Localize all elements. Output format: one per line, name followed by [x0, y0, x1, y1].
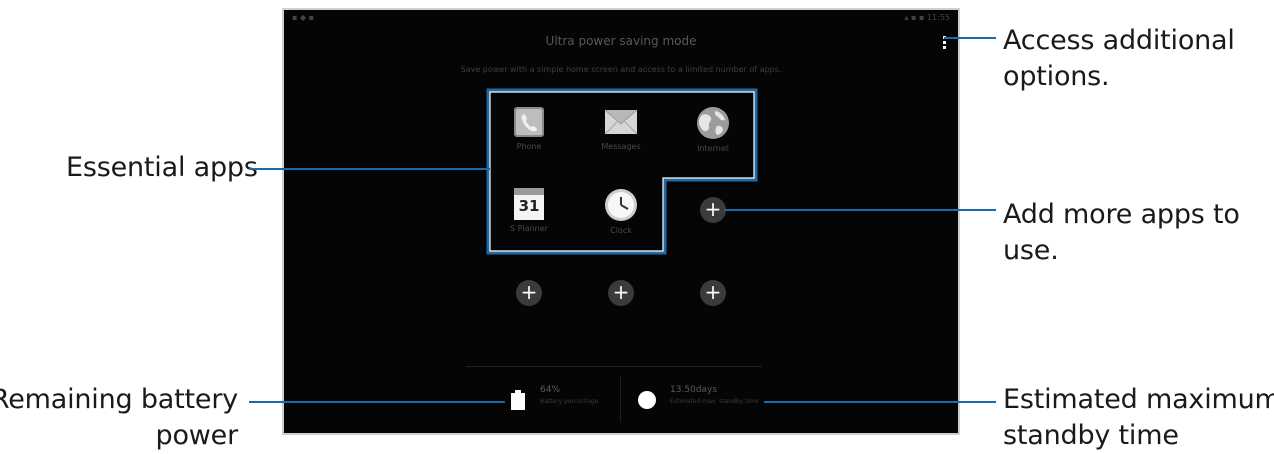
leader-essential-apps [249, 168, 490, 170]
add-app-button[interactable]: + [516, 280, 542, 306]
phone-icon [514, 107, 544, 137]
callout-add-line1: Add more apps to [1003, 199, 1240, 230]
add-app-button[interactable]: + [700, 280, 726, 306]
app-clock[interactable]: Clock [581, 188, 661, 235]
screen-subtitle: Save power with a simple home screen and… [460, 65, 782, 74]
app-internet[interactable]: Internet [673, 106, 753, 153]
standby-info: 13.50days Estimated max. standby time [670, 385, 759, 405]
status-right-icons: ▴ ▪ ▪ 11:55 [904, 13, 950, 22]
leader-battery [249, 401, 505, 403]
battery-value: 64% [540, 385, 561, 395]
standby-sub: Estimated max. standby time [670, 398, 759, 405]
bottom-vertical-divider [620, 376, 621, 422]
clock-icon [605, 189, 637, 221]
add-app-button[interactable]: + [700, 197, 726, 223]
screen-title: Ultra power saving mode [545, 34, 697, 48]
calendar-icon: 31 [514, 188, 544, 220]
battery-sub: Battery percentage [540, 398, 599, 405]
status-bar: ▪ ◆ ▪ ▴ ▪ ▪ 11:55 [284, 12, 958, 26]
standby-icon [638, 391, 656, 409]
callout-essential-apps: Essential apps [66, 152, 258, 183]
standby-value: 13.50days [670, 385, 718, 395]
callout-battery-line1: Remaining battery [0, 384, 238, 415]
status-left-icons: ▪ ◆ ▪ [292, 13, 315, 22]
bottom-divider [466, 366, 762, 367]
calendar-date: 31 [518, 197, 540, 215]
callout-access-options: Access additional options. [1003, 23, 1235, 95]
callout-access-line2: options. [1003, 61, 1110, 92]
callout-standby: Estimated maximum standby time [1003, 382, 1274, 454]
callout-standby-line2: standby time [1003, 420, 1179, 451]
messages-icon [604, 109, 638, 135]
battery-icon [511, 390, 525, 410]
callout-add-line2: use. [1003, 235, 1059, 266]
callout-battery: Remaining battery power [0, 382, 238, 454]
battery-info: 64% Battery percentage [540, 385, 598, 405]
app-label: Messages [601, 142, 641, 151]
app-label: Internet [697, 144, 729, 153]
leader-standby [764, 401, 996, 403]
app-phone[interactable]: Phone [489, 106, 569, 151]
app-label: Clock [610, 226, 632, 235]
app-s-planner[interactable]: 31 S Planner [489, 188, 569, 233]
leader-add-apps [724, 209, 996, 211]
callout-standby-line1: Estimated maximum [1003, 384, 1274, 415]
add-app-button[interactable]: + [608, 280, 634, 306]
globe-icon [697, 107, 729, 139]
app-messages[interactable]: Messages [581, 106, 661, 151]
app-label: S Planner [510, 224, 548, 233]
callout-access-line1: Access additional [1003, 25, 1235, 56]
app-label: Phone [516, 142, 542, 151]
leader-access-options [944, 37, 996, 39]
callout-add-apps: Add more apps to use. [1003, 197, 1240, 269]
callout-battery-line2: power [155, 420, 239, 451]
